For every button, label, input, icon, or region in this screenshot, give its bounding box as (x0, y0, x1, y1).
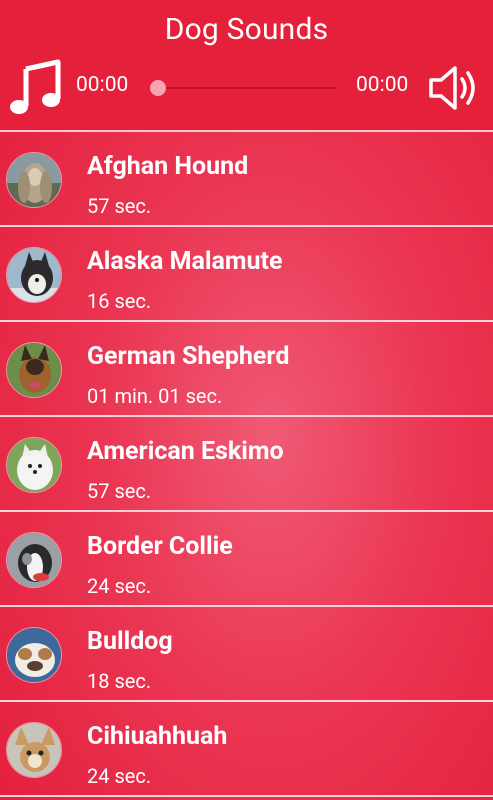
dog-avatar (6, 342, 62, 398)
dog-avatar (6, 247, 62, 303)
sound-duration: 57 sec. (87, 479, 152, 503)
seek-thumb[interactable] (150, 80, 166, 96)
sound-name: Cihiuahhuah (87, 722, 228, 751)
sound-duration: 18 sec. (87, 669, 152, 693)
list-item[interactable]: German Shepherd 01 min. 01 sec. (0, 322, 493, 417)
list-item[interactable]: American Eskimo 57 sec. (0, 417, 493, 512)
dog-avatar (6, 532, 62, 588)
sound-list: Afghan Hound 57 sec. Alaska Malamute 16 … (0, 132, 493, 797)
list-item[interactable]: Border Collie 24 sec. (0, 512, 493, 607)
sound-duration: 01 min. 01 sec. (87, 384, 223, 408)
sound-duration: 24 sec. (87, 574, 152, 598)
list-item[interactable]: Cihiuahhuah 24 sec. (0, 702, 493, 797)
list-item[interactable]: Afghan Hound 57 sec. (0, 132, 493, 227)
current-time: 00:00 (76, 73, 129, 97)
sound-duration: 24 sec. (87, 764, 152, 788)
seek-bar[interactable] (150, 78, 336, 98)
sound-name: American Eskimo (87, 437, 284, 466)
sound-duration: 16 sec. (87, 289, 152, 313)
seek-track (154, 87, 336, 89)
sound-name: Alaska Malamute (87, 247, 283, 276)
app-header: Dog Sounds 00:00 00:00 (0, 0, 493, 132)
sound-name: Bulldog (87, 627, 173, 656)
dog-avatar (6, 627, 62, 683)
sound-duration: 57 sec. (87, 194, 152, 218)
dog-avatar (6, 437, 62, 493)
speaker-volume-icon[interactable] (427, 62, 483, 114)
list-item[interactable]: Alaska Malamute 16 sec. (0, 227, 493, 322)
sound-name: German Shepherd (87, 342, 290, 371)
sound-name: Afghan Hound (87, 152, 249, 181)
dog-avatar (6, 152, 62, 208)
audio-player: 00:00 00:00 (0, 56, 493, 120)
app-title: Dog Sounds (164, 12, 329, 47)
music-note-icon (10, 59, 61, 114)
sound-name: Border Collie (87, 532, 233, 561)
list-item[interactable]: Bulldog 18 sec. (0, 607, 493, 702)
dog-avatar (6, 722, 62, 778)
total-time: 00:00 (356, 73, 409, 97)
